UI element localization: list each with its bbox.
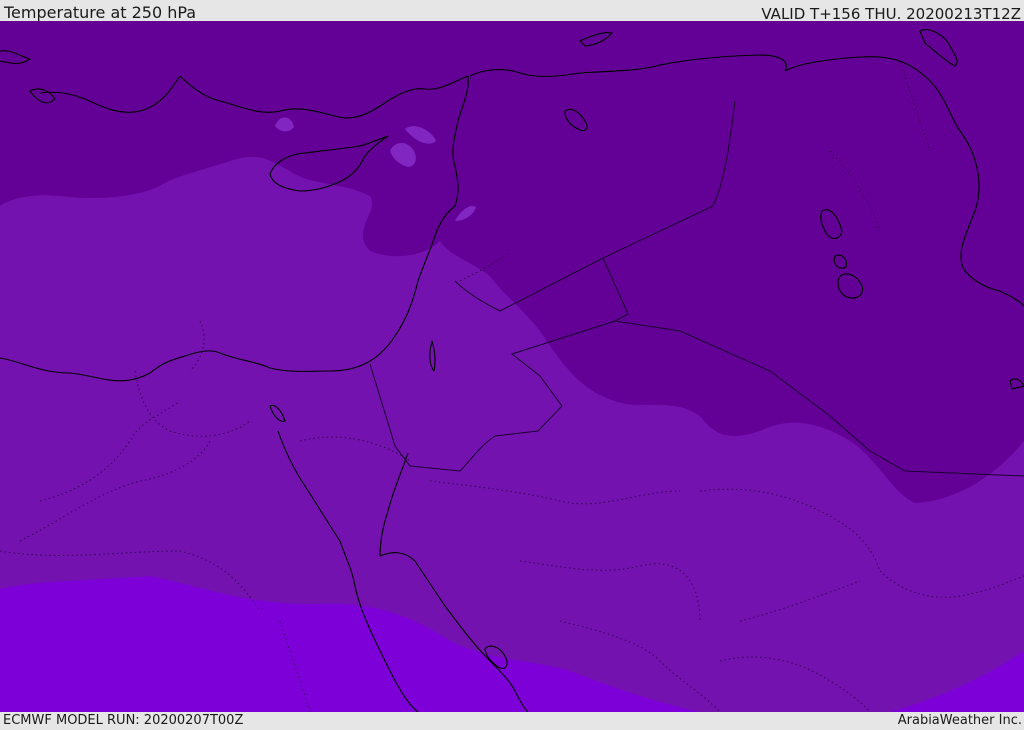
map-canvas[interactable] xyxy=(0,21,1024,712)
temperature-map xyxy=(0,21,1024,712)
model-run-label: ECMWF MODEL RUN: 20200207T00Z xyxy=(3,713,244,728)
map-title: Temperature at 250 hPa xyxy=(4,3,197,22)
credit-label: ArabiaWeather Inc. xyxy=(897,713,1022,728)
header-bar: Temperature at 250 hPa VALID T+156 THU. … xyxy=(0,0,1024,23)
footer-bar: ECMWF MODEL RUN: 20200207T00Z ArabiaWeat… xyxy=(0,712,1024,729)
